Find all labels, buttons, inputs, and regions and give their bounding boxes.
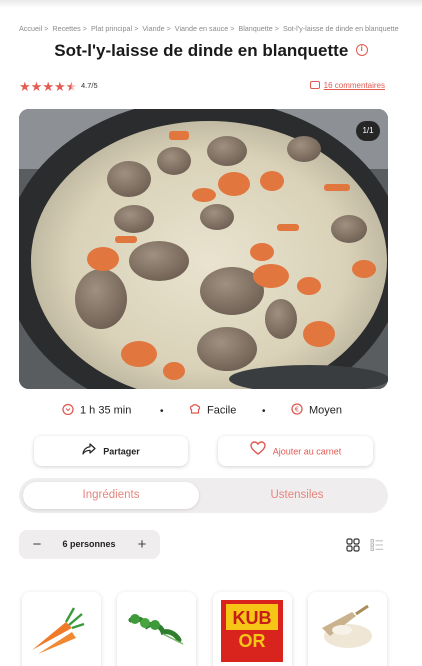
meta-difficulty-value: Facile [207,404,237,417]
kub-logo-line1: KUB [233,608,272,628]
ingredient-card-kub-or[interactable]: KUB OR [213,592,292,666]
meta-separator: • [160,406,164,417]
breadcrumb-accueil[interactable]: Accueil [19,24,42,33]
blanquette-photo-illustration [19,109,388,389]
breadcrumb-viande-en-sauce[interactable]: Viande en sauce [175,24,228,33]
servings-increase-button[interactable]: + [128,530,156,559]
kub-or-bouillon-image: KUB OR [221,600,283,662]
breadcrumb-blanquette[interactable]: Blanquette [238,24,272,33]
heart-icon [250,437,266,467]
star-icon: ★ [19,79,31,94]
breadcrumb-recettes[interactable]: Recettes [52,24,80,33]
add-to-notebook-button[interactable]: Ajouter au carnet [218,436,373,466]
share-arrow-icon [82,437,96,467]
flour-image [322,604,372,648]
meta-cost: € Moyen [291,403,342,418]
star-icon: ★ [42,79,54,94]
comments-link[interactable]: 16 commentaires [309,81,385,90]
parsley-image [128,614,184,645]
breadcrumb-plat-principal[interactable]: Plat principal [91,24,132,33]
photo-counter: 1/1 [356,121,380,141]
ingredient-card-parsley[interactable] [117,592,196,666]
star-icon: ★ [30,79,43,94]
ingredient-card-flour[interactable] [308,592,387,666]
half-star-icon: ★ [65,79,78,94]
ingredient-card-carrot[interactable] [22,592,101,666]
content-tabs: Ingrédients Ustensiles [19,478,388,513]
comments-label: 16 commentaires [323,81,385,90]
star-icon: ★ [53,79,66,94]
title-row: Sot-l'y-laisse de dinde en blanquette [0,41,422,61]
page-title: Sot-l'y-laisse de dinde en blanquette [54,41,349,60]
servings-label: 6 personnes [62,539,116,549]
pot-timer-icon [62,403,74,418]
coin-icon: € [291,403,303,418]
rating-value: 4.7/5 [81,81,98,90]
list-view-icon[interactable] [370,538,384,552]
meta-cost-value: Moyen [309,404,343,417]
breadcrumb: Accueil > Recettes > Plat principal > Viand… [19,24,399,33]
svg-text:€: € [295,406,299,414]
chef-hat-icon [189,403,201,418]
rating-row: ★★★★★ 4.7/5 16 commentaires [19,78,385,94]
meta-separator: • [262,406,266,417]
meta-difficulty: Facile [189,403,236,418]
ingredient-list: KUB OR [19,592,399,666]
breadcrumb-current: Sot-l'y-laisse de dinde en blanquette [282,24,399,33]
servings-decrease-button[interactable]: − [23,530,51,559]
rating-stars: ★★★★★ [19,78,78,94]
carrot-image [32,607,85,654]
tab-ingredients[interactable]: Ingrédients [23,482,199,509]
comment-icon [309,81,320,89]
kub-logo-line2: OR [239,631,266,651]
recipe-photo[interactable]: 1/1 [19,109,388,389]
info-icon[interactable] [355,44,368,56]
recipe-meta: 1 h 35 min • Facile • € Moyen [0,403,422,421]
grid-view-icon[interactable] [346,538,360,552]
breadcrumb-viande[interactable]: Viande [142,24,164,33]
top-shadow-bar [0,0,422,8]
meta-time: 1 h 35 min [62,403,131,418]
meta-time-value: 1 h 35 min [80,404,132,417]
share-label: Partager [103,446,140,457]
tab-ustensiles[interactable]: Ustensiles [209,482,385,509]
save-label: Ajouter au carnet [272,446,342,457]
share-button[interactable]: Partager [34,436,188,466]
servings-stepper: − 6 personnes + [19,530,160,559]
